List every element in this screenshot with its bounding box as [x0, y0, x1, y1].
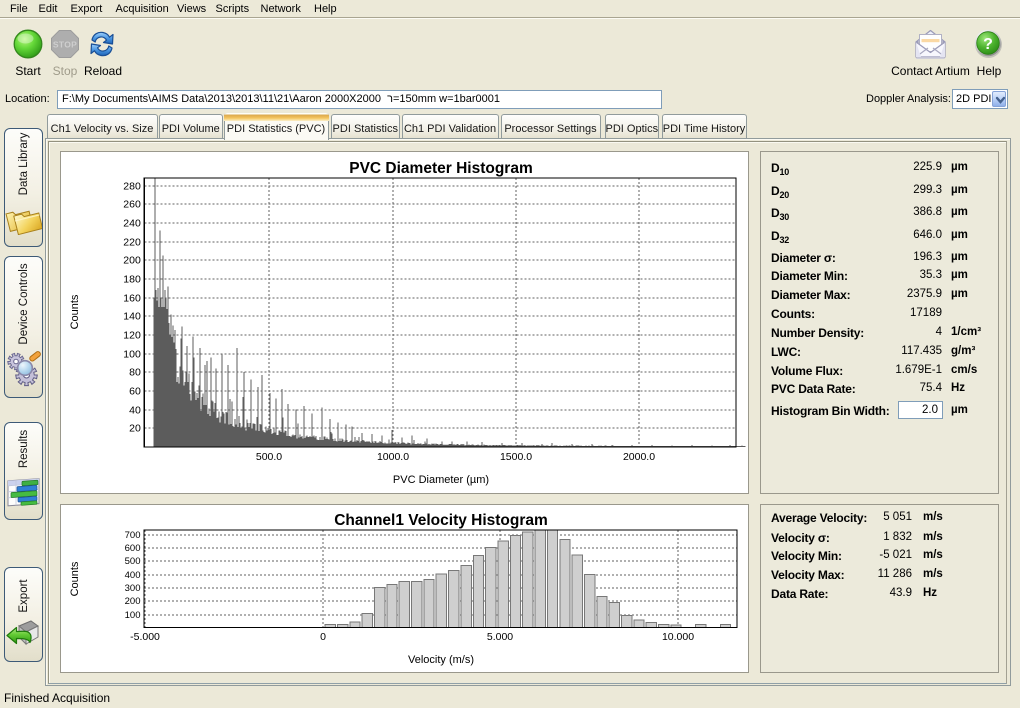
- svg-text:40: 40: [129, 405, 141, 417]
- svg-text:500.0: 500.0: [256, 451, 282, 463]
- svg-text:280: 280: [123, 181, 141, 193]
- svg-text:1500.0: 1500.0: [500, 451, 532, 463]
- svg-text:240: 240: [123, 218, 141, 230]
- svg-text:260: 260: [123, 199, 141, 211]
- svg-text:400: 400: [125, 570, 141, 581]
- svg-text:160: 160: [123, 293, 141, 305]
- svg-text:PVC Diameter (µm): PVC Diameter (µm): [393, 474, 489, 486]
- svg-text:Counts: Counts: [69, 294, 81, 329]
- svg-text:Counts: Counts: [69, 561, 81, 596]
- svg-text:-5.000: -5.000: [130, 631, 160, 643]
- svg-text:5.000: 5.000: [487, 631, 513, 643]
- svg-text:80: 80: [129, 367, 141, 379]
- svg-text:?: ?: [983, 36, 993, 53]
- svg-text:PVC Diameter Histogram: PVC Diameter Histogram: [349, 160, 532, 177]
- svg-text:100: 100: [125, 610, 141, 621]
- svg-text:100: 100: [123, 349, 141, 361]
- svg-text:Velocity (m/s): Velocity (m/s): [408, 654, 474, 666]
- svg-text:Channel1 Velocity Histogram: Channel1 Velocity Histogram: [334, 512, 548, 529]
- svg-text:300: 300: [125, 583, 141, 594]
- svg-text:500: 500: [125, 556, 141, 567]
- svg-text:200: 200: [123, 255, 141, 267]
- svg-text:60: 60: [129, 386, 141, 398]
- svg-text:700: 700: [125, 530, 141, 541]
- svg-text:200: 200: [125, 596, 141, 607]
- svg-text:600: 600: [125, 543, 141, 554]
- svg-text:220: 220: [123, 237, 141, 249]
- svg-text:0: 0: [320, 631, 326, 643]
- svg-text:140: 140: [123, 311, 141, 323]
- svg-text:1000.0: 1000.0: [377, 451, 409, 463]
- svg-text:2000.0: 2000.0: [623, 451, 655, 463]
- svg-text:120: 120: [123, 330, 141, 342]
- svg-text:10.000: 10.000: [662, 631, 694, 643]
- svg-text:20: 20: [129, 423, 141, 435]
- svg-text:180: 180: [123, 274, 141, 286]
- svg-text:STOP: STOP: [53, 40, 77, 50]
